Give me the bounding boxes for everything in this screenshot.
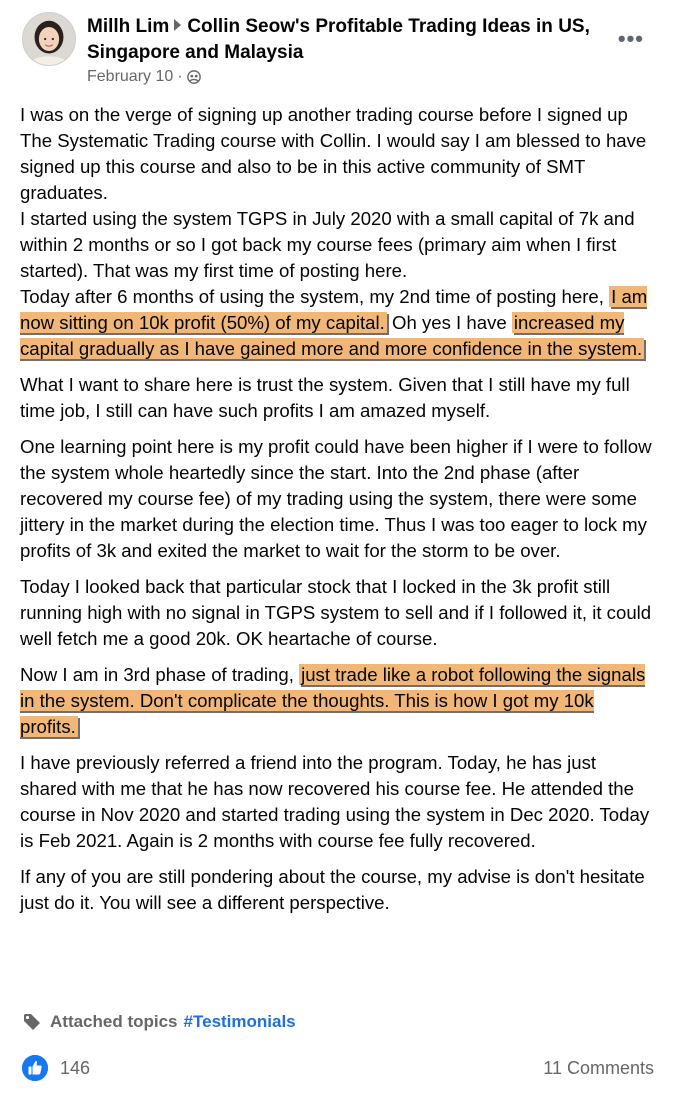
group-globe-icon[interactable]: [186, 70, 201, 84]
post-date[interactable]: February 10: [87, 68, 173, 86]
arrow-right-icon: [174, 19, 182, 31]
paragraph-text: Today after 6 months of using the system…: [20, 286, 604, 307]
reaction-count[interactable]: 146: [60, 1058, 90, 1079]
paragraph-6: I have previously referred a friend into…: [20, 752, 650, 851]
author-name[interactable]: Millh Lim: [87, 16, 169, 37]
thumbs-up-icon[interactable]: [22, 1055, 48, 1081]
facebook-post: Millh Lim Collin Seow's Profitable Tradin…: [0, 0, 674, 1098]
paragraph-text: Now I am in 3rd phase of trading,: [20, 664, 294, 685]
paragraph-7: If any of you are still pondering about …: [20, 866, 645, 913]
post-meta: February 10 ·: [87, 68, 201, 86]
comments-count-link[interactable]: 11 Comments: [543, 1058, 654, 1079]
tag-icon: [24, 1014, 40, 1030]
post-header: Millh Lim Collin Seow's Profitable Tradin…: [22, 12, 662, 92]
attached-topics: Attached topics #Testimonials: [22, 1012, 296, 1032]
paragraph-2: What I want to share here is trust the s…: [20, 374, 630, 421]
post-footer: 146 11 Comments: [22, 1055, 654, 1085]
topic-tag-link[interactable]: #Testimonials: [184, 1012, 296, 1032]
paragraph-1: I was on the verge of signing up another…: [20, 102, 656, 362]
avatar-photo: [23, 13, 75, 65]
paragraph-3: One learning point here is my profit cou…: [20, 436, 652, 561]
paragraph-text: I started using the system TGPS in July …: [20, 208, 635, 281]
attached-topics-label: Attached topics: [50, 1012, 178, 1031]
paragraph-text: Oh yes I have: [391, 312, 507, 333]
paragraph-5: Now I am in 3rd phase of trading, just t…: [20, 662, 656, 740]
paragraph-text: I was on the verge of signing up another…: [20, 104, 647, 203]
separator-dot: ·: [177, 68, 183, 85]
post-title: Millh Lim Collin Seow's Profitable Tradin…: [87, 14, 607, 66]
avatar[interactable]: [22, 12, 76, 66]
more-options-icon[interactable]: •••: [618, 26, 644, 52]
paragraph-4: Today I looked back that particular stoc…: [20, 576, 652, 649]
post-body: I was on the verge of signing up another…: [20, 102, 656, 926]
